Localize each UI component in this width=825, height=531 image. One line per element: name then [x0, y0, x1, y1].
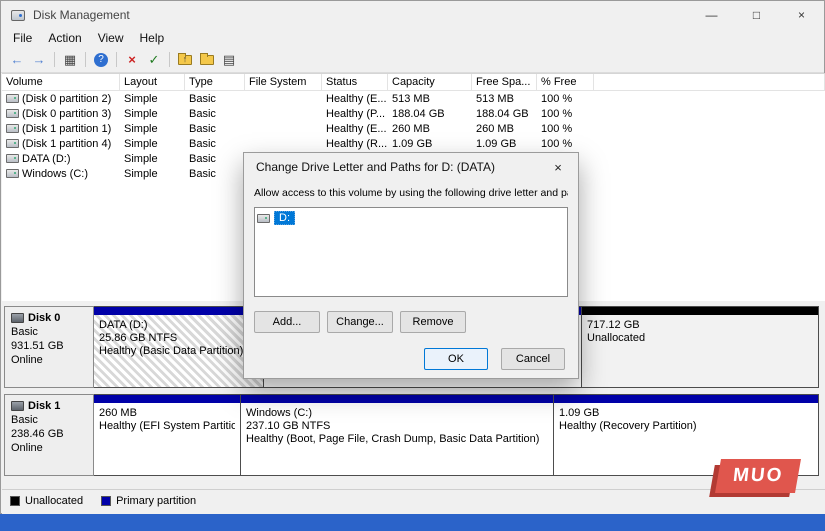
- primary-partition-swatch: [101, 496, 112, 506]
- muo-watermark: MUO: [709, 457, 802, 497]
- delete-volume-icon[interactable]: ×: [121, 50, 143, 70]
- disk-0-header[interactable]: Disk 0 Basic 931.51 GB Online: [4, 306, 94, 388]
- taskbar-strip: [0, 514, 825, 531]
- partition-color-bar: [582, 307, 818, 315]
- console-tree-icon[interactable]: ▦: [59, 50, 81, 70]
- toolbar-separator: [116, 52, 117, 67]
- column-header-type[interactable]: Type: [185, 74, 245, 90]
- properties-list-icon[interactable]: ▤: [218, 50, 240, 70]
- toolbar-separator: [85, 52, 86, 67]
- volume-icon: [6, 169, 19, 178]
- screen: Disk Management — □ × File Action View H…: [0, 0, 825, 531]
- remove-button[interactable]: Remove: [400, 311, 466, 333]
- window-controls: — □ ×: [689, 1, 824, 29]
- partition-color-bar: [241, 395, 553, 403]
- volume-icon: [6, 139, 19, 148]
- help-icon[interactable]: ?: [90, 50, 112, 70]
- menubar: File Action View Help: [1, 29, 824, 47]
- column-header-free-space[interactable]: Free Spa...: [472, 74, 537, 90]
- volume-icon: [6, 154, 19, 163]
- volume-list-header: Volume Layout Type File System Status Ca…: [2, 74, 825, 91]
- titlebar: Disk Management — □ ×: [1, 1, 824, 29]
- partition-data-d[interactable]: DATA (D:) 25.86 GB NTFS Healthy (Basic D…: [94, 306, 264, 388]
- legend-unallocated: Unallocated: [10, 495, 83, 507]
- drive-letter-label: D:: [274, 211, 295, 225]
- toolbar-separator: [169, 52, 170, 67]
- unallocated-swatch: [10, 496, 20, 506]
- drive-letter-item[interactable]: D:: [257, 211, 565, 225]
- column-header-capacity[interactable]: Capacity: [388, 74, 472, 90]
- table-row[interactable]: (Disk 1 partition 4) Simple Basic Health…: [2, 136, 825, 151]
- dialog-title: Change Drive Letter and Paths for D: (DA…: [256, 160, 495, 174]
- dialog-titlebar: Change Drive Letter and Paths for D: (DA…: [244, 153, 578, 181]
- toolbar: ← → ▦ ? × ✓ ↑ ▤: [1, 47, 824, 73]
- drive-letter-list[interactable]: D:: [254, 207, 568, 297]
- dialog-close-icon[interactable]: ×: [538, 153, 578, 181]
- disk-icon: [11, 401, 24, 411]
- legend-bar: Unallocated Primary partition: [2, 489, 825, 512]
- column-header-filler: [594, 74, 825, 90]
- app-icon: [11, 9, 25, 21]
- table-row[interactable]: (Disk 0 partition 2) Simple Basic Health…: [2, 91, 825, 106]
- volume-icon: [6, 109, 19, 118]
- dialog-instruction: Allow access to this volume by using the…: [254, 187, 568, 199]
- table-row[interactable]: (Disk 1 partition 1) Simple Basic Health…: [2, 121, 825, 136]
- disk-1-header[interactable]: Disk 1 Basic 238.46 GB Online: [4, 394, 94, 476]
- open-folder-up-icon[interactable]: ↑: [174, 50, 196, 70]
- change-button[interactable]: Change...: [327, 311, 393, 333]
- legend-primary-partition: Primary partition: [101, 495, 196, 507]
- toolbar-separator: [54, 52, 55, 67]
- cancel-button[interactable]: Cancel: [501, 348, 565, 370]
- menu-file[interactable]: File: [5, 30, 40, 46]
- volume-icon: [6, 124, 19, 133]
- drive-icon: [257, 213, 270, 223]
- menu-help[interactable]: Help: [132, 30, 173, 46]
- partition-windows-c[interactable]: Windows (C:) 237.10 GB NTFS Healthy (Boo…: [241, 394, 554, 476]
- column-header-status[interactable]: Status: [322, 74, 388, 90]
- column-header-pct-free[interactable]: % Free: [537, 74, 594, 90]
- minimize-button[interactable]: —: [689, 1, 734, 29]
- column-header-file-system[interactable]: File System: [245, 74, 322, 90]
- disk-1-row: Disk 1 Basic 238.46 GB Online 260 MB Hea…: [4, 394, 819, 476]
- partition-unallocated[interactable]: 717.12 GB Unallocated: [582, 306, 819, 388]
- folder-icon[interactable]: [196, 50, 218, 70]
- column-header-layout[interactable]: Layout: [120, 74, 185, 90]
- table-row[interactable]: (Disk 0 partition 3) Simple Basic Health…: [2, 106, 825, 121]
- forward-icon[interactable]: →: [28, 50, 50, 70]
- partition-color-bar: [94, 395, 240, 403]
- maximize-button[interactable]: □: [734, 1, 779, 29]
- add-button[interactable]: Add...: [254, 311, 320, 333]
- mark-active-icon[interactable]: ✓: [143, 50, 165, 70]
- menu-action[interactable]: Action: [40, 30, 89, 46]
- menu-view[interactable]: View: [90, 30, 132, 46]
- back-icon[interactable]: ←: [6, 50, 28, 70]
- close-button[interactable]: ×: [779, 1, 824, 29]
- ok-button[interactable]: OK: [424, 348, 488, 370]
- partition-color-bar: [554, 395, 818, 403]
- window-title: Disk Management: [33, 8, 130, 22]
- change-drive-letter-dialog: Change Drive Letter and Paths for D: (DA…: [243, 152, 579, 379]
- column-header-volume[interactable]: Volume: [2, 74, 120, 90]
- partition-color-bar: [94, 307, 263, 315]
- disk-icon: [11, 313, 24, 323]
- volume-icon: [6, 94, 19, 103]
- partition-efi[interactable]: 260 MB Healthy (EFI System Partitio: [94, 394, 241, 476]
